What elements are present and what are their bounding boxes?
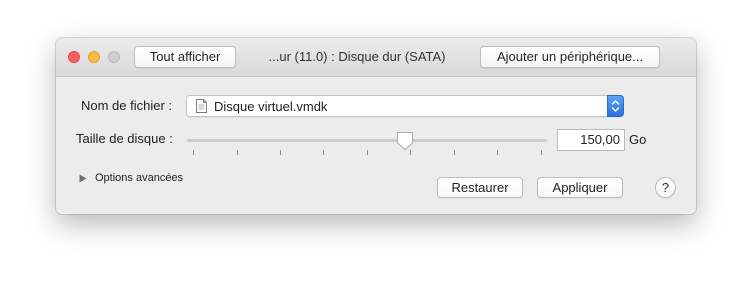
show-all-button[interactable]: Tout afficher [134,46,236,68]
apply-button[interactable]: Appliquer [537,177,623,198]
advanced-options-toggle[interactable]: Options avancées [95,172,183,184]
disk-size-unit: Go [629,132,647,147]
slider-tick [193,150,194,155]
slider-tick [323,150,324,155]
settings-window: Tout afficher ...ur (11.0) : Disque dur … [56,38,696,214]
disclosure-triangle-icon[interactable] [79,174,87,183]
file-name-label: Nom de fichier : [81,98,173,113]
zoom-window-button[interactable] [108,51,120,63]
disk-size-slider-knob[interactable] [396,131,414,151]
slider-tick [367,150,368,155]
disk-size-label: Taille de disque : [76,131,173,146]
add-device-button[interactable]: Ajouter un périphérique... [480,46,660,68]
close-window-button[interactable] [68,51,80,63]
restore-button[interactable]: Restaurer [437,177,523,198]
slider-tick [280,150,281,155]
help-button[interactable]: ? [655,177,676,198]
slider-tick [541,150,542,155]
file-name-popup[interactable]: Disque virtuel.vmdk [186,95,624,117]
file-name-value: Disque virtuel.vmdk [214,99,328,114]
slider-tick [497,150,498,155]
title-bar: Tout afficher ...ur (11.0) : Disque dur … [56,38,696,77]
disk-size-slider-track[interactable] [187,139,547,142]
window-title: ...ur (11.0) : Disque dur (SATA) [268,49,446,64]
popup-chevrons-icon[interactable] [607,95,624,117]
slider-tick [454,150,455,155]
disk-size-input[interactable]: 150,00 [557,129,625,151]
slider-tick [237,150,238,155]
document-icon [196,99,207,113]
minimize-window-button[interactable] [88,51,100,63]
